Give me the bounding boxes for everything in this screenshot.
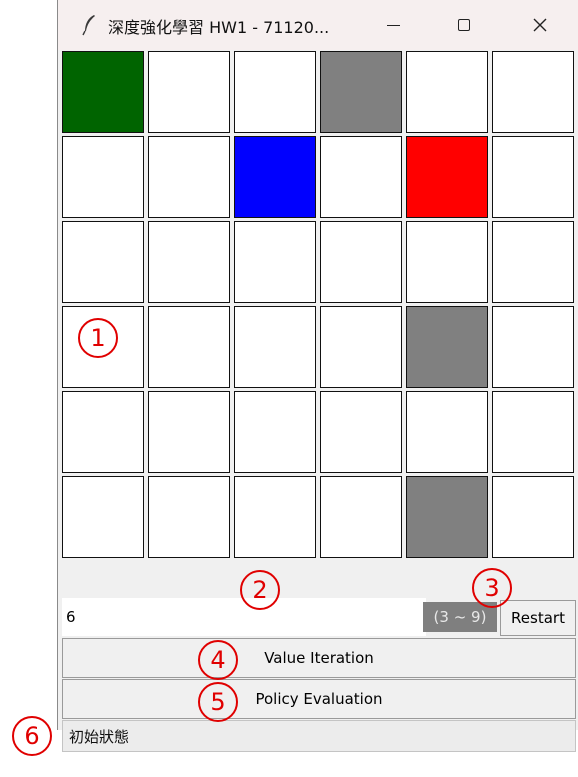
annotation-marker-5: 5 — [198, 682, 238, 722]
app-window: 深度強化學習 HW1 - 71120... (3 ~ 9) Restart Va… — [57, 0, 578, 752]
annotation-marker-4: 4 — [198, 640, 238, 680]
title-bar[interactable]: 深度強化學習 HW1 - 71120... — [58, 0, 578, 50]
grid-cell-r4-c2[interactable] — [234, 391, 316, 473]
grid-cell-r0-c0[interactable] — [62, 51, 144, 133]
grid-cell-r0-c4[interactable] — [406, 51, 488, 133]
annotation-marker-1: 1 — [78, 318, 118, 358]
grid-cell-r5-c3[interactable] — [320, 476, 402, 558]
grid-cell-r5-c5[interactable] — [492, 476, 574, 558]
grid-cell-r2-c5[interactable] — [492, 221, 574, 303]
grid-cell-r0-c1[interactable] — [148, 51, 230, 133]
grid-cell-r2-c0[interactable] — [62, 221, 144, 303]
grid-cell-r1-c5[interactable] — [492, 136, 574, 218]
grid-cell-r1-c4[interactable] — [406, 136, 488, 218]
maximize-icon — [458, 19, 470, 31]
grid-cell-r4-c4[interactable] — [406, 391, 488, 473]
grid-cell-r5-c4[interactable] — [406, 476, 488, 558]
grid-cell-r3-c4[interactable] — [406, 306, 488, 388]
grid-cell-r1-c0[interactable] — [62, 136, 144, 218]
grid-cell-r5-c1[interactable] — [148, 476, 230, 558]
annotation-marker-6: 6 — [12, 716, 52, 756]
gridworld-board — [62, 51, 578, 558]
grid-cell-r1-c1[interactable] — [148, 136, 230, 218]
feather-icon — [82, 15, 95, 36]
grid-cell-r4-c3[interactable] — [320, 391, 402, 473]
minimize-icon — [386, 24, 400, 26]
grid-cell-r2-c2[interactable] — [234, 221, 316, 303]
grid-cell-r3-c3[interactable] — [320, 306, 402, 388]
value-iteration-button[interactable]: Value Iteration — [62, 638, 576, 678]
policy-evaluation-button[interactable]: Policy Evaluation — [62, 679, 576, 719]
grid-cell-r0-c2[interactable] — [234, 51, 316, 133]
status-bar: 初始狀態 — [62, 720, 576, 752]
grid-size-input[interactable] — [62, 598, 426, 636]
annotation-marker-2: 2 — [240, 570, 280, 610]
grid-cell-r0-c5[interactable] — [492, 51, 574, 133]
grid-cell-r0-c3[interactable] — [320, 51, 402, 133]
grid-cell-r2-c3[interactable] — [320, 221, 402, 303]
grid-cell-r4-c1[interactable] — [148, 391, 230, 473]
grid-cell-r3-c2[interactable] — [234, 306, 316, 388]
grid-cell-r3-c5[interactable] — [492, 306, 574, 388]
desktop-background — [0, 0, 52, 777]
grid-cell-r5-c0[interactable] — [62, 476, 144, 558]
close-icon — [533, 18, 547, 32]
status-text: 初始狀態 — [69, 727, 130, 746]
minimize-button[interactable] — [370, 0, 416, 50]
grid-cell-r2-c1[interactable] — [148, 221, 230, 303]
window-title: 深度強化學習 HW1 - 71120... — [108, 18, 330, 37]
annotation-marker-3: 3 — [472, 568, 512, 608]
grid-cell-r4-c0[interactable] — [62, 391, 144, 473]
grid-cell-r1-c3[interactable] — [320, 136, 402, 218]
restart-button[interactable]: Restart — [500, 600, 576, 636]
maximize-button[interactable] — [441, 0, 487, 50]
grid-cell-r1-c2[interactable] — [234, 136, 316, 218]
screenshot: 深度強化學習 HW1 - 71120... (3 ~ 9) Restart Va… — [0, 0, 578, 777]
grid-cell-r5-c2[interactable] — [234, 476, 316, 558]
grid-cell-r3-c1[interactable] — [148, 306, 230, 388]
grid-cell-r2-c4[interactable] — [406, 221, 488, 303]
grid-cell-r4-c5[interactable] — [492, 391, 574, 473]
close-button[interactable] — [517, 0, 563, 50]
